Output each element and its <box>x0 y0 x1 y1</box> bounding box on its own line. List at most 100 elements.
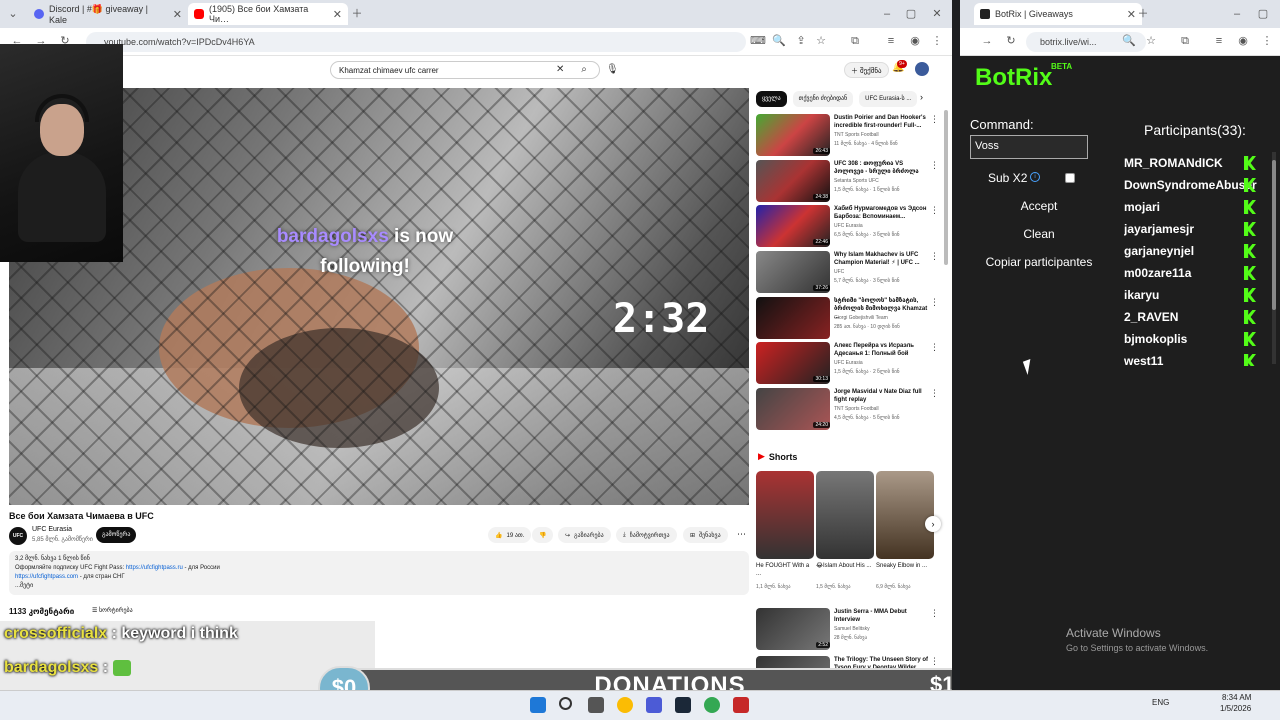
channel-name[interactable]: Giorgi Gobejishvili Team <box>834 315 888 321</box>
search-icon[interactable]: ⌕ <box>574 61 594 79</box>
bookmark-icon[interactable]: ☆ <box>1144 34 1158 48</box>
media-icon[interactable]: ≡ <box>884 34 898 48</box>
channel-name[interactable]: Samuel Belitsky <box>834 626 870 632</box>
participants-list[interactable]: MR_ROMANdICK DownSyndromeAbuser mojari jaya… <box>1124 152 1264 366</box>
minimize-icon[interactable]: – <box>880 7 894 21</box>
channel-name[interactable]: TNT Sports Football <box>834 406 879 412</box>
language-indicator[interactable]: ENG <box>1152 698 1169 707</box>
menu-icon[interactable]: ⋮ <box>930 34 944 48</box>
video-thumbnail[interactable] <box>756 297 830 339</box>
copy-participants-button[interactable]: Copiar participantes <box>970 251 1108 273</box>
create-button[interactable]: ＋ შექმნა <box>844 62 889 78</box>
minimize-icon[interactable]: – <box>1230 7 1244 21</box>
clean-button[interactable]: Clean <box>970 223 1108 245</box>
description-box[interactable]: 3,2 მლნ. ნახვა 1 წლის წინ Оформляйте под… <box>9 551 749 595</box>
chip-from-search[interactable]: თქვენი ძიებიდან <box>792 91 854 107</box>
mic-icon[interactable]: 🎙 <box>606 61 622 79</box>
forward-icon[interactable]: → <box>980 34 994 48</box>
video-title[interactable]: UFC 308 : თოფურია VS ჰოლოვეი - სრული ბრძ… <box>834 160 930 176</box>
short-title[interactable]: Sneaky Elbow in ... <box>876 562 934 570</box>
recommendation-item[interactable]: 26:43 Dustin Poirier and Dan Hooker's inc… <box>756 114 946 156</box>
short-title[interactable]: He FOUGHT With a ... <box>756 562 814 578</box>
chrome-icon[interactable] <box>617 697 633 713</box>
channel-name[interactable]: UFC Eurasia <box>32 526 72 533</box>
profile-icon[interactable]: ◉ <box>908 34 922 48</box>
description-link[interactable]: https://ufcfightpass.ru <box>126 565 183 571</box>
more-options-icon[interactable]: ⋮ <box>930 114 939 125</box>
media-icon[interactable]: ≡ <box>1212 34 1226 48</box>
recommendation-item[interactable]: 24:20 Jorge Masvidal v Nate Diaz full fig… <box>756 388 946 430</box>
video-title[interactable]: Why Islam Makhachev is UFC Champion Mate… <box>834 251 930 267</box>
recommendation-item[interactable]: 22:46 Хабиб Нурмагомедов vs Эдсон Барбоза… <box>756 205 946 247</box>
scrollbar-thumb[interactable] <box>1272 160 1276 310</box>
reload-icon[interactable]: ↻ <box>1004 34 1018 48</box>
channel-avatar[interactable]: UFC <box>9 527 27 545</box>
extensions-icon[interactable]: ⧉ <box>1178 34 1192 48</box>
obs-icon[interactable] <box>733 697 749 713</box>
maximize-icon[interactable]: ▢ <box>1256 7 1270 21</box>
short-title[interactable]: 😂Islam About His ... <box>816 562 874 570</box>
avatar[interactable] <box>915 62 929 76</box>
more-options-icon[interactable]: ⋮ <box>930 342 939 353</box>
url-field[interactable]: youtube.com/watch?v=IPDcDv4H6YA <box>86 32 746 52</box>
channel-name[interactable]: TNT Sports Football <box>834 132 879 138</box>
channel-name[interactable]: UFC Eurasia <box>834 223 863 229</box>
menu-icon[interactable]: ⋮ <box>1260 34 1274 48</box>
channel-name[interactable]: Setanta Sports UFC <box>834 178 879 184</box>
zoom-icon[interactable]: 🔍 <box>1122 34 1136 48</box>
save-button[interactable]: ⊞ შენახვა <box>683 527 728 543</box>
show-more-link[interactable]: ...მეტი <box>15 582 743 591</box>
steam-icon[interactable] <box>675 697 691 713</box>
more-options-icon[interactable]: ⋮ <box>930 388 939 399</box>
more-options-icon[interactable]: ⋮ <box>930 251 939 262</box>
close-icon[interactable]: ✕ <box>1127 8 1136 21</box>
download-button[interactable]: ⤓ ჩამოტვირთვა <box>616 527 677 543</box>
short-thumbnail[interactable] <box>756 471 814 559</box>
close-window-icon[interactable]: ✕ <box>930 7 944 21</box>
recommendation-item[interactable]: 24:38 UFC 308 : თოფურია VS ჰოლოვეი - სრულ… <box>756 160 946 202</box>
like-button[interactable]: 👍 19 ათ. <box>488 527 532 543</box>
more-options-icon[interactable]: ⋮ <box>930 297 939 308</box>
recommendation-item[interactable]: 30:13 Алекс Перейра vs Исраэль Адесанья 1… <box>756 342 946 384</box>
tab-search-icon[interactable]: ⌄ <box>6 7 20 21</box>
description-link[interactable]: https://ufcfightpass.com <box>15 574 78 580</box>
subscribe-button[interactable]: გამოწერა <box>96 527 137 543</box>
translate-icon[interactable]: ⌨ <box>750 34 766 48</box>
recommendation-item[interactable]: სტრიმი "ბოლოს" ხამზატის, ბრძოლის მიმოხილ… <box>756 297 946 339</box>
short-thumbnail[interactable] <box>816 471 874 559</box>
more-options-icon[interactable]: ⋮ <box>930 656 939 667</box>
install-icon[interactable]: ⇪ <box>794 34 808 48</box>
more-options-icon[interactable]: ⋮ <box>930 160 939 171</box>
new-tab-icon[interactable]: ＋ <box>1136 7 1150 21</box>
share-button[interactable]: ↪ გაზიარება <box>558 527 611 543</box>
video-title[interactable]: Dustin Poirier and Dan Hooker's incredib… <box>834 114 930 130</box>
discord-icon[interactable] <box>646 697 662 713</box>
scrollbar[interactable] <box>944 110 948 265</box>
clear-search-icon[interactable]: ✕ <box>556 61 568 79</box>
video-title[interactable]: Justin Serra - MMA Debut Interview <box>834 608 930 624</box>
accept-button[interactable]: Accept <box>970 195 1108 217</box>
maximize-icon[interactable]: ▢ <box>904 7 918 21</box>
search-icon[interactable] <box>559 697 572 710</box>
recommendation-item[interactable]: 37:26 Why Islam Makhachev is UFC Champion… <box>756 251 946 293</box>
video-title[interactable]: Хабиб Нурмагомедов vs Эдсон Барбоза: Всп… <box>834 205 930 221</box>
profile-icon[interactable]: ◉ <box>1236 34 1250 48</box>
chrome-profile-icon[interactable] <box>704 697 720 713</box>
chevron-right-icon[interactable]: › <box>925 516 941 532</box>
chevron-right-icon[interactable]: › <box>920 92 923 102</box>
tab-discord[interactable]: Discord | #🎁 giveaway | Kale ✕ <box>28 3 188 25</box>
subx2-checkbox[interactable] <box>1065 173 1075 183</box>
more-options-icon[interactable]: ⋮ <box>930 205 939 216</box>
channel-name[interactable]: UFC Eurasia <box>834 360 863 366</box>
more-options-icon[interactable]: ⋮ <box>930 608 939 619</box>
dislike-button[interactable]: 👎 <box>532 527 554 543</box>
new-tab-icon[interactable]: ＋ <box>350 7 364 21</box>
chip-all[interactable]: ყველა <box>756 91 787 107</box>
windows-start-icon[interactable] <box>530 697 546 713</box>
close-icon[interactable]: ✕ <box>333 8 342 21</box>
recommendation-item[interactable]: 2:52 Justin Serra - MMA Debut Interview Sa… <box>756 608 946 650</box>
clock-time[interactable]: 8:34 AM <box>1222 693 1251 702</box>
task-view-icon[interactable] <box>588 697 604 713</box>
tab-botrix[interactable]: BotRix | Giveaways ✕ <box>974 3 1142 25</box>
chip-channel[interactable]: UFC Eurasia-ს ... <box>859 91 918 107</box>
